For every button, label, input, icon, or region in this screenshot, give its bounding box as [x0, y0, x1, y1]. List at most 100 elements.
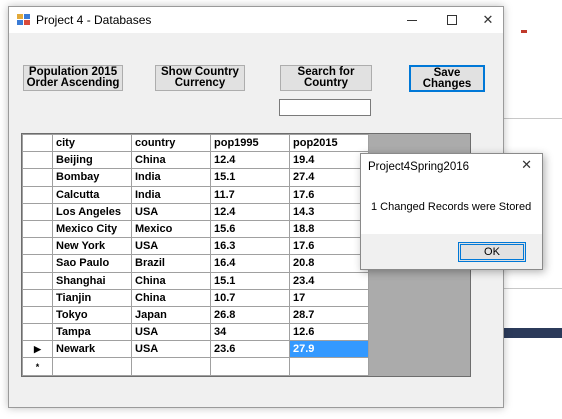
cell-pop1995[interactable]: 16.3: [210, 237, 290, 256]
cell-pop1995[interactable]: 15.1: [210, 168, 290, 187]
cell-country[interactable]: India: [131, 185, 211, 204]
table-row-new[interactable]: *: [22, 357, 369, 376]
ok-button[interactable]: OK: [458, 242, 526, 262]
cell-pop1995[interactable]: 15.6: [210, 219, 290, 239]
population-order-button[interactable]: Population 2015 Order Ascending: [23, 65, 123, 91]
column-header-country[interactable]: country: [131, 134, 211, 153]
cell-pop1995[interactable]: 23.6: [210, 340, 290, 359]
row-header-corner[interactable]: [22, 134, 53, 153]
row-header[interactable]: [22, 288, 53, 307]
background-divider: [503, 288, 562, 289]
cell-city[interactable]: Tokyo: [52, 305, 132, 325]
row-header[interactable]: [22, 271, 53, 290]
row-header[interactable]: [22, 168, 53, 187]
cell-pop1995[interactable]: 11.7: [210, 185, 290, 204]
cell-pop2015[interactable]: 17.6: [289, 237, 369, 256]
cell-country[interactable]: India: [131, 168, 211, 187]
row-pointer-icon[interactable]: ▶: [22, 340, 53, 359]
cell-country[interactable]: [131, 357, 211, 376]
cell-city[interactable]: Beijing: [52, 151, 132, 170]
cell-pop2015[interactable]: 17.6: [289, 185, 369, 204]
row-header[interactable]: [22, 185, 53, 204]
table-row[interactable]: Calcutta India 11.7 17.6: [22, 185, 369, 204]
cell-country[interactable]: USA: [131, 202, 211, 221]
cell-pop2015-selected[interactable]: 27.9: [289, 340, 369, 359]
cell-country[interactable]: USA: [131, 340, 211, 359]
table-row[interactable]: ▶ Newark USA 23.6 27.9: [22, 340, 369, 359]
row-header[interactable]: [22, 219, 53, 239]
dialog-title-bar[interactable]: Project4Spring2016 ✕: [361, 154, 542, 180]
cell-pop1995[interactable]: [210, 357, 290, 376]
table-row[interactable]: Beijing China 12.4 19.4: [22, 151, 369, 170]
table-row[interactable]: New York USA 16.3 17.6: [22, 237, 369, 256]
row-header[interactable]: [22, 151, 53, 170]
table-row[interactable]: Tokyo Japan 26.8 28.7: [22, 305, 369, 325]
cell-city[interactable]: New York: [52, 237, 132, 256]
cell-pop1995[interactable]: 12.4: [210, 151, 290, 170]
cell-pop1995[interactable]: 15.1: [210, 271, 290, 290]
column-header-city[interactable]: city: [52, 134, 132, 153]
table-row[interactable]: Bombay India 15.1 27.4: [22, 168, 369, 187]
cell-city[interactable]: Calcutta: [52, 185, 132, 204]
cell-pop1995[interactable]: 12.4: [210, 202, 290, 221]
row-header[interactable]: [22, 202, 53, 221]
cell-city[interactable]: Newark: [52, 340, 132, 359]
background-strip: [503, 328, 562, 338]
cell-pop1995[interactable]: 26.8: [210, 305, 290, 325]
row-header[interactable]: [22, 305, 53, 325]
dialog-close-icon[interactable]: ✕: [521, 158, 532, 173]
row-header[interactable]: [22, 237, 53, 256]
dialog-message: 1 Changed Records were Stored: [371, 201, 532, 213]
cell-pop2015[interactable]: 23.4: [289, 271, 369, 290]
cell-pop2015[interactable]: 17: [289, 288, 369, 307]
cell-country[interactable]: USA: [131, 323, 211, 342]
column-header-pop2015[interactable]: pop2015: [289, 134, 369, 153]
table-row[interactable]: Tianjin China 10.7 17: [22, 288, 369, 307]
cell-city[interactable]: [52, 357, 132, 376]
cell-city[interactable]: Bombay: [52, 168, 132, 187]
title-bar[interactable]: Project 4 - Databases ✕: [9, 7, 503, 33]
close-button[interactable]: ✕: [469, 7, 507, 33]
minimize-button[interactable]: [393, 7, 431, 33]
cell-country[interactable]: China: [131, 288, 211, 307]
cell-pop1995[interactable]: 10.7: [210, 288, 290, 307]
app-window-icon: [17, 14, 30, 26]
maximize-button[interactable]: [433, 7, 471, 33]
cell-country[interactable]: Brazil: [131, 254, 211, 273]
table-row[interactable]: Mexico City Mexico 15.6 18.8: [22, 219, 369, 239]
cell-country[interactable]: China: [131, 271, 211, 290]
cell-pop1995[interactable]: 16.4: [210, 254, 290, 273]
cell-city[interactable]: Mexico City: [52, 219, 132, 239]
cell-city[interactable]: Tampa: [52, 323, 132, 342]
search-country-button[interactable]: Search for Country: [280, 65, 372, 91]
cell-pop2015[interactable]: 20.8: [289, 254, 369, 273]
cell-pop2015[interactable]: 12.6: [289, 323, 369, 342]
row-header[interactable]: [22, 254, 53, 273]
cell-pop2015[interactable]: 18.8: [289, 219, 369, 239]
cell-pop1995[interactable]: 34: [210, 323, 290, 342]
cell-pop2015[interactable]: 14.3: [289, 202, 369, 221]
cell-city[interactable]: Tianjin: [52, 288, 132, 307]
cell-pop2015[interactable]: 19.4: [289, 151, 369, 170]
cell-pop2015[interactable]: 27.4: [289, 168, 369, 187]
cell-pop2015[interactable]: [289, 357, 369, 376]
cell-country[interactable]: Japan: [131, 305, 211, 325]
column-header-pop1995[interactable]: pop1995: [210, 134, 290, 153]
row-header[interactable]: [22, 323, 53, 342]
cell-city[interactable]: Shanghai: [52, 271, 132, 290]
table-row[interactable]: Shanghai China 15.1 23.4: [22, 271, 369, 290]
search-input[interactable]: [279, 99, 371, 116]
cell-country[interactable]: China: [131, 151, 211, 170]
cell-city[interactable]: Los Angeles: [52, 202, 132, 221]
table-row[interactable]: Los Angeles USA 12.4 14.3: [22, 202, 369, 221]
save-changes-button[interactable]: Save Changes: [409, 65, 485, 92]
background-divider: [503, 118, 562, 119]
table-row[interactable]: Tampa USA 34 12.6: [22, 323, 369, 342]
cell-country[interactable]: USA: [131, 237, 211, 256]
table-row[interactable]: Sao Paulo Brazil 16.4 20.8: [22, 254, 369, 273]
cell-country[interactable]: Mexico: [131, 219, 211, 239]
new-row-icon[interactable]: *: [22, 357, 53, 376]
cell-city[interactable]: Sao Paulo: [52, 254, 132, 273]
cell-pop2015[interactable]: 28.7: [289, 305, 369, 325]
show-currency-button[interactable]: Show Country Currency: [155, 65, 245, 91]
